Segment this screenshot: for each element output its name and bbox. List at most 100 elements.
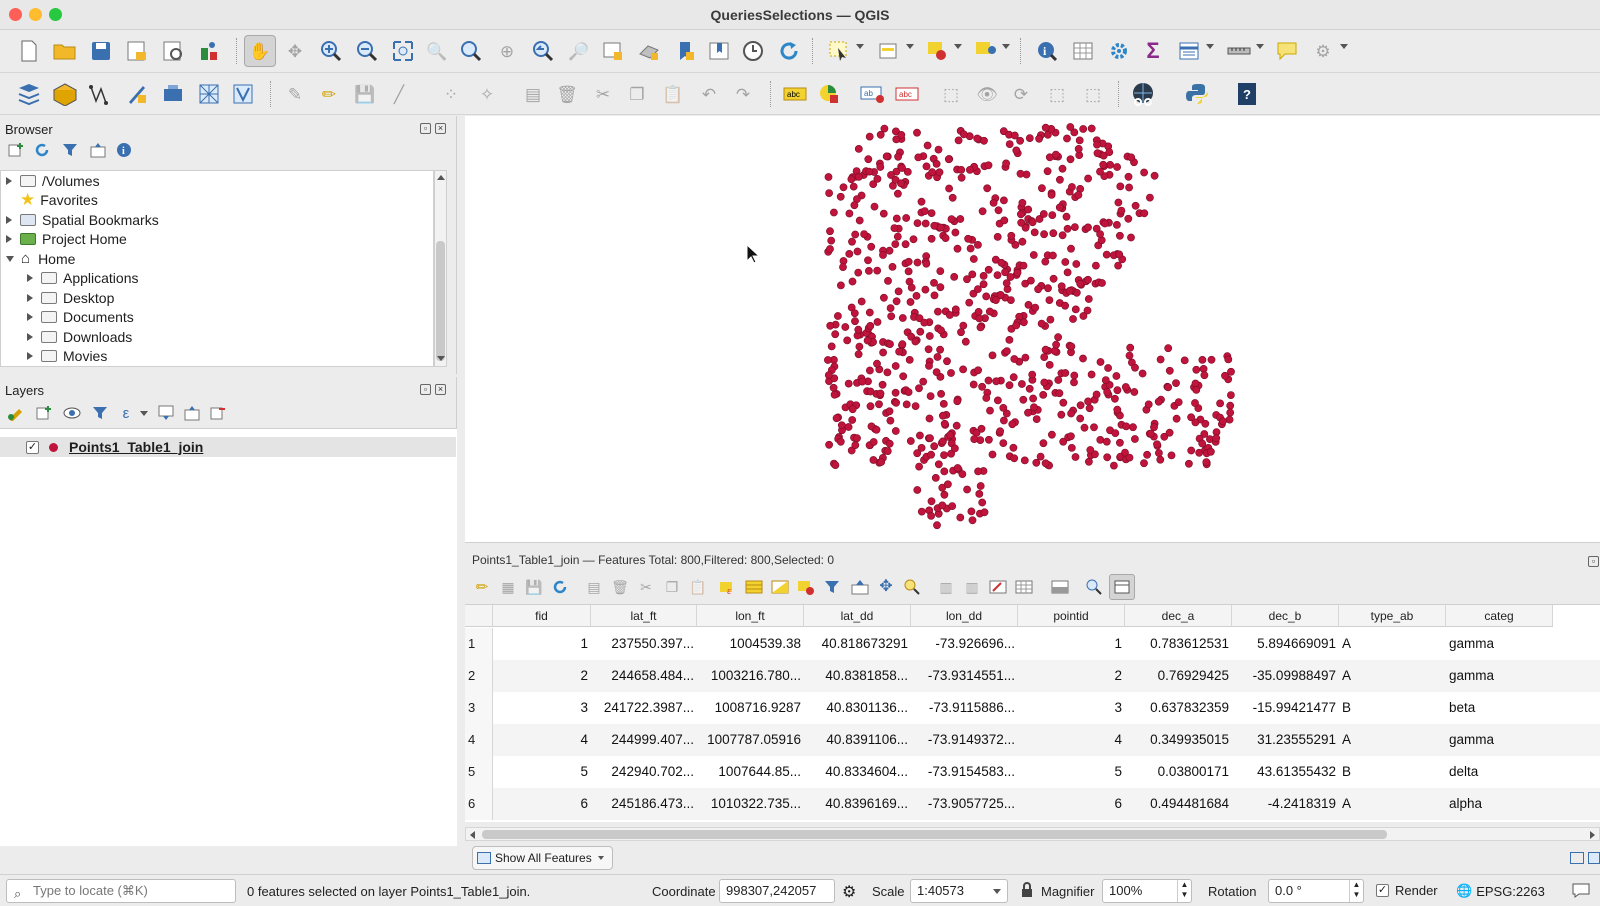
map-point[interactable] bbox=[1165, 366, 1174, 375]
show-bookmarks-icon[interactable] bbox=[706, 38, 732, 64]
map-point[interactable] bbox=[1198, 355, 1207, 364]
map-point[interactable] bbox=[1010, 454, 1019, 463]
map-point[interactable] bbox=[978, 382, 986, 391]
actions-icon[interactable] bbox=[1083, 576, 1105, 598]
map-point[interactable] bbox=[940, 467, 949, 476]
map-point[interactable] bbox=[891, 176, 900, 184]
map-point[interactable] bbox=[825, 189, 833, 197]
map-point[interactable] bbox=[1102, 250, 1111, 259]
map-point[interactable] bbox=[1084, 397, 1092, 406]
map-point[interactable] bbox=[978, 498, 987, 507]
map-point[interactable] bbox=[879, 251, 887, 259]
map-point[interactable] bbox=[1087, 124, 1096, 133]
map-point[interactable] bbox=[1114, 198, 1123, 207]
map-point[interactable] bbox=[1096, 167, 1104, 176]
map-point[interactable] bbox=[952, 421, 961, 430]
map-point[interactable] bbox=[967, 507, 976, 516]
map-point[interactable] bbox=[944, 155, 953, 164]
coordinate-field[interactable]: 998307,242057 bbox=[719, 879, 835, 903]
table-cell[interactable]: 242940.702... bbox=[591, 756, 697, 788]
map-point[interactable] bbox=[974, 240, 982, 249]
map-point[interactable] bbox=[934, 460, 943, 469]
map-point[interactable] bbox=[898, 340, 907, 349]
chevron-right-icon[interactable] bbox=[27, 332, 33, 341]
map-point[interactable] bbox=[956, 215, 965, 223]
map-point[interactable] bbox=[1054, 376, 1063, 384]
map-point[interactable] bbox=[941, 234, 950, 242]
map-point[interactable] bbox=[1049, 274, 1058, 283]
map-point[interactable] bbox=[854, 145, 863, 153]
map-point[interactable] bbox=[1140, 168, 1148, 177]
map-point[interactable] bbox=[845, 209, 854, 218]
map-point[interactable] bbox=[1140, 459, 1148, 468]
map-point[interactable] bbox=[1018, 199, 1027, 207]
map-point[interactable] bbox=[1036, 452, 1045, 461]
new-field-icon[interactable]: ▥ bbox=[935, 576, 957, 598]
map-point[interactable] bbox=[1207, 447, 1215, 456]
map-point[interactable] bbox=[1058, 231, 1067, 240]
table-cell[interactable]: 237550.397... bbox=[591, 628, 697, 660]
map-point[interactable] bbox=[1124, 214, 1133, 223]
chevron-down-icon[interactable] bbox=[140, 411, 148, 416]
map-point[interactable] bbox=[948, 502, 957, 510]
identify-icon[interactable]: i bbox=[1034, 38, 1060, 64]
map-point[interactable] bbox=[873, 318, 882, 326]
map-point[interactable] bbox=[1052, 150, 1060, 159]
map-point[interactable] bbox=[851, 230, 860, 239]
map-point[interactable] bbox=[959, 130, 968, 139]
map-point[interactable] bbox=[1076, 414, 1085, 423]
scale-combo[interactable]: 1:40573 bbox=[910, 879, 1008, 903]
map-point[interactable] bbox=[916, 327, 925, 336]
map-point[interactable] bbox=[1093, 149, 1102, 158]
map-point[interactable] bbox=[939, 399, 948, 408]
map-point[interactable] bbox=[1068, 183, 1076, 191]
map-point[interactable] bbox=[887, 312, 896, 321]
map-point[interactable] bbox=[994, 396, 1002, 405]
zoom-to-selected-icon[interactable] bbox=[901, 576, 923, 598]
table-cell[interactable]: 0.637832359 bbox=[1125, 692, 1232, 724]
map-point[interactable] bbox=[826, 321, 835, 330]
map-point[interactable] bbox=[883, 368, 892, 377]
map-point[interactable] bbox=[1024, 408, 1032, 417]
table-cell[interactable]: 3 bbox=[493, 692, 591, 724]
table-cell[interactable]: 40.8334604... bbox=[804, 756, 911, 788]
help-icon[interactable]: ? bbox=[1234, 81, 1260, 107]
browser-item-applications[interactable]: Applications bbox=[27, 269, 139, 288]
cut-features-icon[interactable]: ✂ bbox=[590, 81, 616, 107]
map-point[interactable] bbox=[885, 407, 894, 416]
map-point[interactable] bbox=[878, 380, 887, 389]
map-point[interactable] bbox=[899, 372, 908, 381]
invert-selection-icon[interactable] bbox=[769, 576, 791, 598]
map-point[interactable] bbox=[1005, 335, 1014, 344]
chevron-down-icon[interactable] bbox=[6, 255, 14, 262]
zoom-out-icon[interactable] bbox=[354, 38, 380, 64]
map-point[interactable] bbox=[1020, 456, 1029, 465]
map-point[interactable] bbox=[1156, 455, 1165, 464]
map-point[interactable] bbox=[1002, 159, 1010, 168]
toggle-editing-icon[interactable]: ✏ bbox=[316, 81, 342, 107]
zoom-full-icon[interactable] bbox=[390, 38, 416, 64]
map-point[interactable] bbox=[931, 473, 940, 482]
map-point[interactable] bbox=[892, 398, 900, 407]
column-header-lat-ft[interactable]: lat_ft bbox=[591, 605, 697, 627]
map-point[interactable] bbox=[976, 323, 985, 332]
map-point[interactable] bbox=[1012, 321, 1021, 330]
map-point[interactable] bbox=[1039, 439, 1048, 448]
map-point[interactable] bbox=[1067, 409, 1075, 418]
map-point[interactable] bbox=[907, 283, 916, 292]
map-point[interactable] bbox=[1076, 279, 1085, 288]
map-point[interactable] bbox=[1124, 172, 1133, 181]
column-header-lon-dd[interactable]: lon_dd bbox=[911, 605, 1018, 627]
map-point[interactable] bbox=[848, 237, 856, 246]
map-point[interactable] bbox=[1017, 210, 1025, 219]
map-point[interactable] bbox=[1112, 372, 1121, 380]
lock-scale-icon[interactable] bbox=[1021, 882, 1033, 901]
browser-item-volumes[interactable]: /Volumes bbox=[6, 171, 100, 190]
table-cell[interactable]: 5.894669091 bbox=[1232, 628, 1339, 660]
map-point[interactable] bbox=[984, 265, 993, 274]
map-point[interactable] bbox=[1009, 443, 1018, 452]
map-point[interactable] bbox=[1038, 184, 1046, 193]
map-point[interactable] bbox=[853, 434, 861, 443]
map-point[interactable] bbox=[970, 435, 979, 443]
map-point[interactable] bbox=[1000, 196, 1008, 205]
